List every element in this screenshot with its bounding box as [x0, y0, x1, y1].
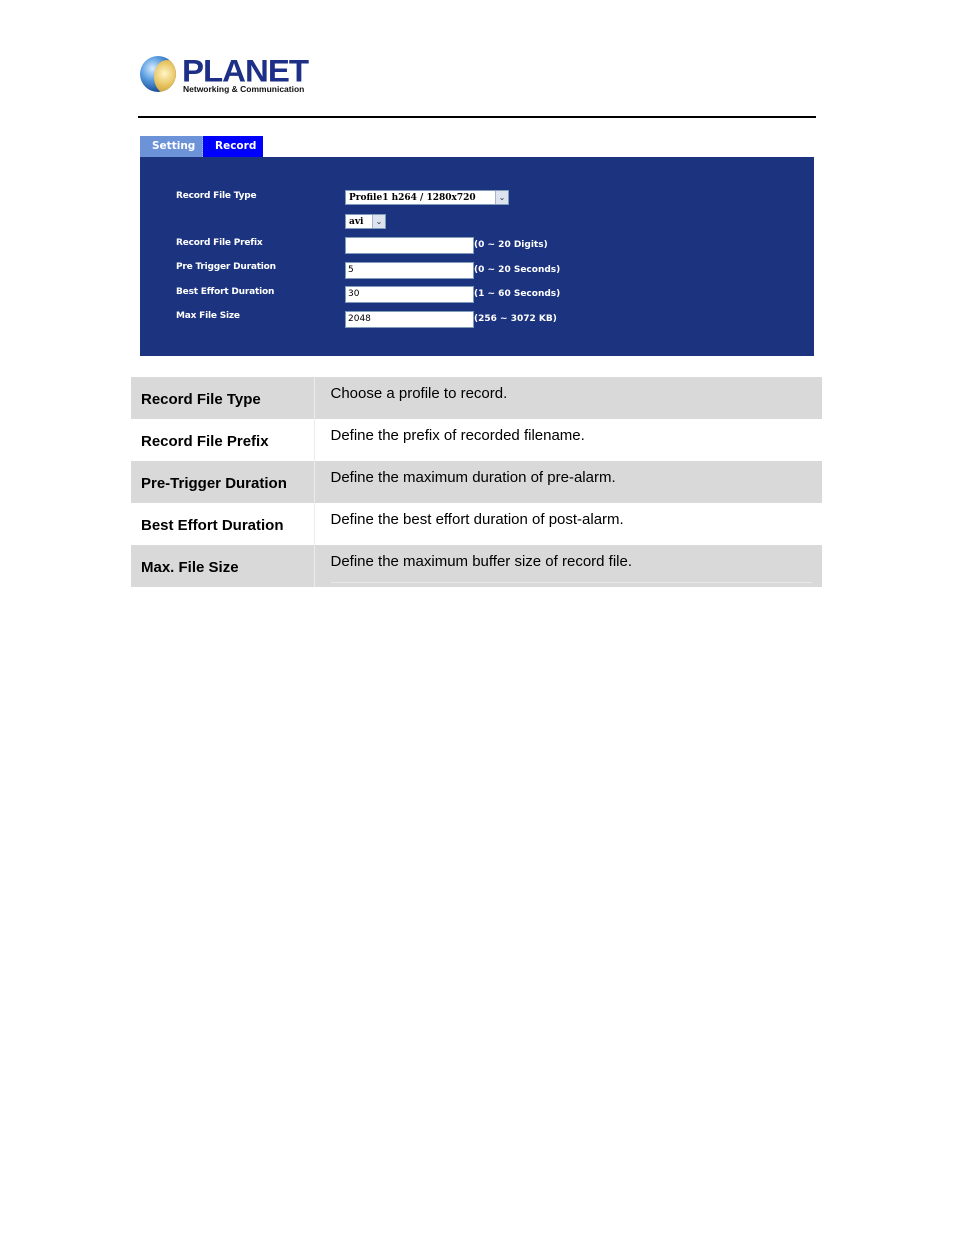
- record-format-select[interactable]: avi ⌄: [345, 214, 386, 229]
- record-file-prefix-label: Record File Prefix: [176, 238, 263, 248]
- field-description: Define the maximum duration of pre-alarm…: [330, 469, 616, 486]
- tab-record[interactable]: Record: [203, 136, 263, 157]
- tab-setting[interactable]: Setting: [140, 136, 203, 157]
- table-row: Pre-Trigger Duration Define the maximum …: [131, 461, 822, 503]
- field-description-cell: Define the maximum buffer size of record…: [314, 545, 822, 587]
- table-row: Best Effort Duration Define the best eff…: [131, 503, 822, 545]
- field-name: Best Effort Duration: [131, 503, 315, 545]
- pre-trigger-duration-input[interactable]: 5: [345, 262, 474, 279]
- max-file-size-label: Max File Size: [176, 311, 240, 321]
- table-row: Record File Type Choose a profile to rec…: [131, 377, 822, 419]
- record-file-type-label: Record File Type: [176, 191, 257, 201]
- globe-icon: [140, 56, 176, 92]
- chevron-down-icon[interactable]: ⌄: [495, 191, 508, 204]
- field-description: Define the prefix of recorded filename.: [330, 427, 585, 444]
- planet-logo: PLANET Networking & Communication: [138, 54, 309, 98]
- field-description: Define the maximum buffer size of record…: [330, 553, 633, 570]
- field-description-table: Record File Type Choose a profile to rec…: [131, 377, 822, 587]
- best-effort-duration-label: Best Effort Duration: [176, 287, 275, 297]
- max-file-size-hint: (256 ~ 3072 KB): [474, 314, 557, 324]
- tab-bar: Setting Record: [140, 136, 263, 157]
- field-name: Record File Prefix: [131, 419, 315, 461]
- max-file-size-input[interactable]: 2048: [345, 311, 474, 328]
- record-file-prefix-input[interactable]: [345, 237, 474, 254]
- pre-trigger-duration-hint: (0 ~ 20 Seconds): [474, 265, 561, 275]
- pre-trigger-duration-label: Pre Trigger Duration: [176, 262, 276, 272]
- field-name: Pre-Trigger Duration: [131, 461, 315, 503]
- field-name: Max. File Size: [131, 545, 315, 587]
- header-divider: [138, 116, 816, 118]
- brand-name: PLANET: [182, 52, 309, 89]
- table-row: Record File Prefix Define the prefix of …: [131, 419, 822, 461]
- field-description: Choose a profile to record.: [330, 385, 508, 402]
- record-profile-select[interactable]: Profile1 h264 / 1280x720 ⌄: [345, 190, 509, 205]
- chevron-down-icon[interactable]: ⌄: [372, 215, 385, 228]
- record-file-prefix-hint: (0 ~ 20 Digits): [474, 240, 548, 250]
- best-effort-duration-hint: (1 ~ 60 Seconds): [474, 289, 561, 299]
- record-profile-value: Profile1 h264 / 1280x720: [349, 192, 476, 203]
- divider: [330, 582, 812, 583]
- record-settings-panel: Record File Type Profile1 h264 / 1280x72…: [140, 157, 814, 356]
- record-format-value: avi: [349, 216, 364, 227]
- brand-tagline: Networking & Communication: [183, 84, 305, 94]
- best-effort-duration-input[interactable]: 30: [345, 286, 474, 303]
- field-description: Define the best effort duration of post-…: [330, 511, 624, 528]
- table-row: Max. File Size Define the maximum buffer…: [131, 545, 822, 587]
- field-name: Record File Type: [131, 377, 315, 419]
